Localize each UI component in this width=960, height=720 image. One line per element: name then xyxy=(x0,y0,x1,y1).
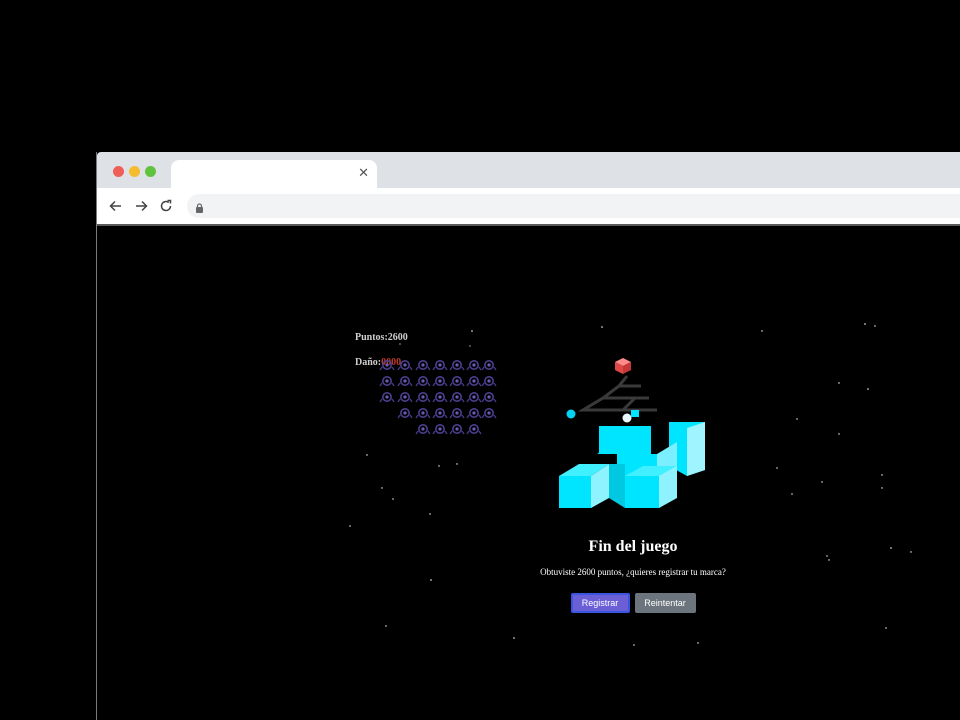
game-over-actions: Registrar Reintentar xyxy=(481,593,785,613)
arrow-left-icon xyxy=(109,200,121,212)
active-tab[interactable]: ✕ xyxy=(171,160,377,188)
browser-toolbar xyxy=(97,188,960,224)
invader-row-3 xyxy=(379,391,497,403)
grey-lattice xyxy=(577,375,657,412)
close-icon[interactable]: ✕ xyxy=(358,165,369,181)
reload-icon xyxy=(160,199,172,212)
cyan-orb xyxy=(566,409,576,419)
invader-row-4 xyxy=(397,407,497,419)
invader-formation xyxy=(379,359,497,435)
register-button[interactable]: Registrar xyxy=(570,593,630,613)
score-value: 2600 xyxy=(387,332,408,343)
game-over-dialog: Fin del juego Obtuviste 2600 puntos, ¿qu… xyxy=(481,538,785,613)
white-orb xyxy=(622,413,632,423)
reload-button[interactable] xyxy=(156,196,176,216)
address-bar[interactable] xyxy=(187,194,960,218)
game-viewport[interactable]: Puntos:2600 Daño:0000 xyxy=(97,226,960,720)
tab-bar: ✕ xyxy=(97,152,960,188)
close-window-button[interactable] xyxy=(113,166,124,177)
minimize-window-button[interactable] xyxy=(129,166,140,177)
cyan-cube-small xyxy=(631,410,639,417)
maximize-window-button[interactable] xyxy=(145,166,156,177)
lock-icon xyxy=(195,200,204,218)
invader-row-1 xyxy=(379,359,497,371)
forward-button[interactable] xyxy=(131,196,151,216)
invader-row-5 xyxy=(415,423,482,435)
red-block xyxy=(615,358,631,374)
starfield xyxy=(349,323,912,646)
arrow-right-icon xyxy=(136,200,148,212)
player-ship-illustration xyxy=(559,358,705,508)
game-over-message: Obtuviste 2600 puntos, ¿quieres registra… xyxy=(540,567,726,577)
invader-row-2 xyxy=(379,375,497,387)
back-button[interactable] xyxy=(106,196,126,216)
cyan-blocks xyxy=(559,422,705,508)
retry-button[interactable]: Reintentar xyxy=(634,593,696,613)
score-readout: Puntos:2600 xyxy=(355,332,408,343)
score-label: Puntos: xyxy=(355,332,388,343)
browser-window: ✕ Puntos:2600 Daño: Fin del juego Obtuvi… xyxy=(96,152,960,720)
game-over-title: Fin del juego xyxy=(588,538,678,555)
